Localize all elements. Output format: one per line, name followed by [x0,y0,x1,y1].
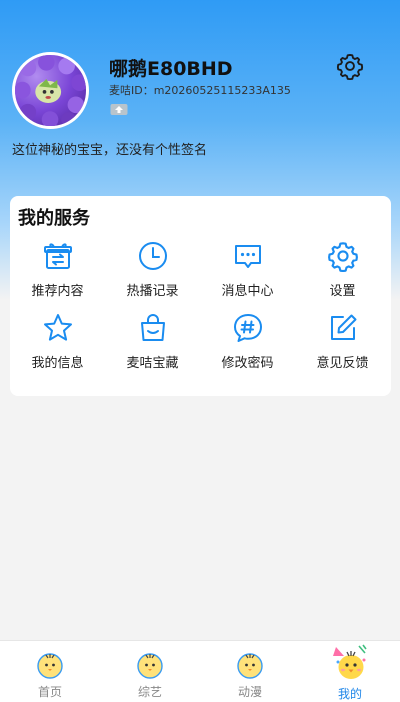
chat-bubble-icon [234,245,261,268]
service-label: 消息中心 [221,284,274,299]
tab-label: 动漫 [237,685,262,699]
service-my-info[interactable]: 我的信息 [10,312,105,376]
clock-icon [138,242,167,270]
service-label: 热播记录 [126,284,179,299]
services-card: 我的服务 推荐内容 热播记录 消息中心 设置 我的信息 麦咭宝藏 修改密码 意见… [10,196,391,396]
chick-icon [237,653,263,679]
chick-icon [37,653,63,679]
service-settings[interactable]: 设置 [295,240,390,304]
service-label: 我的信息 [31,356,84,371]
service-messages[interactable]: 消息中心 [200,240,295,304]
tab-mine[interactable]: 我的 [300,641,400,702]
tab-label: 我的 [337,687,362,701]
settings-gear-icon[interactable] [336,52,364,81]
service-treasure[interactable]: 麦咭宝藏 [105,312,200,376]
bottom-tab-bar: 首页 综艺 动漫 我的 [0,640,400,702]
service-feedback[interactable]: 意见反馈 [295,312,390,376]
service-label: 意见反馈 [316,356,369,371]
tab-home[interactable]: 首页 [0,641,100,702]
bag-icon [140,314,165,341]
service-label: 麦咭宝藏 [126,356,179,371]
service-recommended[interactable]: 推荐内容 [10,240,105,304]
gear-icon [327,242,358,272]
signature-text[interactable]: 这位神秘的宝宝，还没有个性签名 [12,139,207,158]
tab-label: 综艺 [137,685,162,699]
gift-swap-icon [43,243,72,269]
username: 哪鹅E80BHD [109,58,233,80]
service-label: 修改密码 [221,356,274,371]
hash-bubble-icon [233,314,262,342]
chick-party-icon [333,644,367,679]
services-title: 我的服务 [18,208,90,229]
chick-icon [137,653,163,679]
service-label: 推荐内容 [31,284,84,299]
tab-anime[interactable]: 动漫 [200,641,300,702]
status-bar [0,0,400,8]
tab-label: 首页 [37,685,62,699]
service-history[interactable]: 热播记录 [105,240,200,304]
tab-variety[interactable]: 综艺 [100,641,200,702]
edit-icon [330,314,356,340]
avatar[interactable] [12,52,89,129]
star-icon [43,314,72,341]
service-change-password[interactable]: 修改密码 [200,312,295,376]
level-badge-icon [110,101,128,115]
user-id: 麦咭ID：m20260525115233A135 [109,84,291,97]
service-label: 设置 [329,284,356,299]
